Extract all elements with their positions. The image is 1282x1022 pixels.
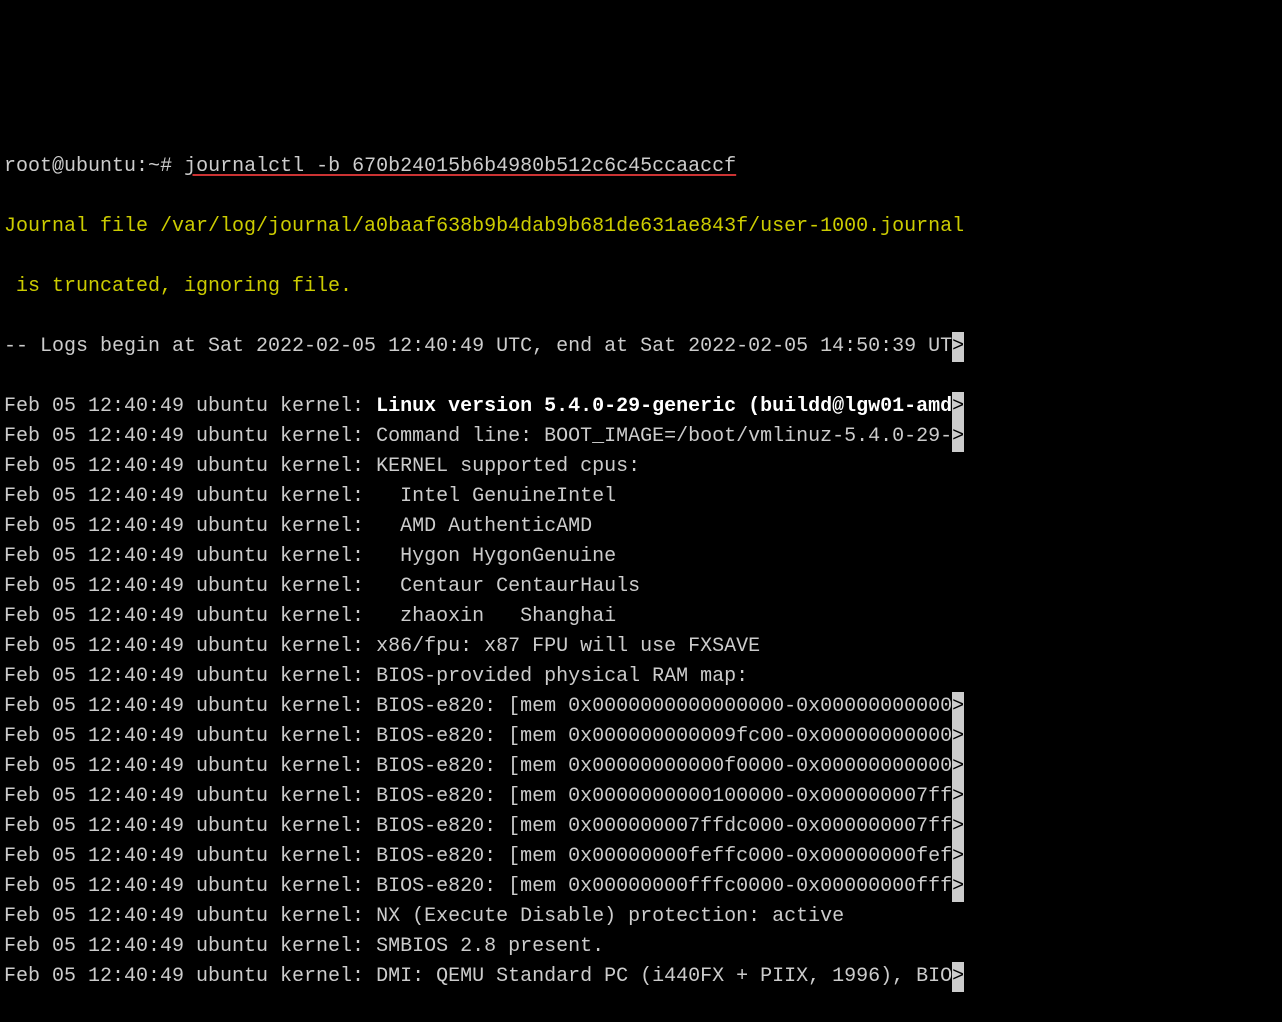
command-input[interactable]: journalctl -b 670b24015b6b4980b512c6c45c… [184,155,736,178]
truncation-indicator: > [952,692,964,722]
log-timestamp: Feb 05 12:40:49 ubuntu kernel: [4,785,376,808]
log-entry: Feb 05 12:40:49 ubuntu kernel: BIOS-e820… [4,872,1278,902]
log-entry: Feb 05 12:40:49 ubuntu kernel: BIOS-e820… [4,842,1278,872]
log-message: SMBIOS 2.8 present. [376,935,604,958]
log-entry: Feb 05 12:40:49 ubuntu kernel: NX (Execu… [4,902,1278,932]
log-message: Intel GenuineIntel [376,485,616,508]
log-message: BIOS-e820: [mem 0x000000000009fc00-0x000… [376,725,952,748]
truncation-indicator: > [952,842,964,872]
truncation-indicator: > [952,722,964,752]
log-message: Command line: BOOT_IMAGE=/boot/vmlinuz-5… [376,425,952,448]
log-message: AMD AuthenticAMD [376,515,592,538]
log-timestamp: Feb 05 12:40:49 ubuntu kernel: [4,545,376,568]
warning-line-2: is truncated, ignoring file. [4,272,1278,302]
log-message: zhaoxin Shanghai [376,605,616,628]
log-message: BIOS-provided physical RAM map: [376,665,748,688]
log-timestamp: Feb 05 12:40:49 ubuntu kernel: [4,755,376,778]
log-entry: Feb 05 12:40:49 ubuntu kernel: Linux ver… [4,392,1278,422]
log-entry: Feb 05 12:40:49 ubuntu kernel: Intel Gen… [4,482,1278,512]
log-timestamp: Feb 05 12:40:49 ubuntu kernel: [4,455,376,478]
log-message: x86/fpu: x87 FPU will use FXSAVE [376,635,760,658]
log-timestamp: Feb 05 12:40:49 ubuntu kernel: [4,425,376,448]
truncation-indicator: > [952,422,964,452]
log-entry: Feb 05 12:40:49 ubuntu kernel: SMBIOS 2.… [4,932,1278,962]
log-entry: Feb 05 12:40:49 ubuntu kernel: KERNEL su… [4,452,1278,482]
log-timestamp: Feb 05 12:40:49 ubuntu kernel: [4,575,376,598]
log-message: Centaur CentaurHauls [376,575,640,598]
log-message: DMI: QEMU Standard PC (i440FX + PIIX, 19… [376,965,952,988]
terminal-output[interactable]: root@ubuntu:~# journalctl -b 670b24015b6… [4,122,1278,840]
prompt-line: root@ubuntu:~# journalctl -b 670b24015b6… [4,152,1278,182]
log-timestamp: Feb 05 12:40:49 ubuntu kernel: [4,875,376,898]
warning-line-1: Journal file /var/log/journal/a0baaf638b… [4,212,1278,242]
log-message: NX (Execute Disable) protection: active [376,905,844,928]
prompt-colon: : [136,155,148,178]
log-entry: Feb 05 12:40:49 ubuntu kernel: BIOS-e820… [4,782,1278,812]
log-message: BIOS-e820: [mem 0x0000000000000000-0x000… [376,695,952,718]
log-timestamp: Feb 05 12:40:49 ubuntu kernel: [4,815,376,838]
log-timestamp: Feb 05 12:40:49 ubuntu kernel: [4,395,376,418]
log-timestamp: Feb 05 12:40:49 ubuntu kernel: [4,605,376,628]
log-entry: Feb 05 12:40:49 ubuntu kernel: BIOS-e820… [4,722,1278,752]
log-timestamp: Feb 05 12:40:49 ubuntu kernel: [4,905,376,928]
log-entry: Feb 05 12:40:49 ubuntu kernel: BIOS-prov… [4,662,1278,692]
log-message: BIOS-e820: [mem 0x00000000feffc000-0x000… [376,845,952,868]
log-entry: Feb 05 12:40:49 ubuntu kernel: BIOS-e820… [4,752,1278,782]
log-message: BIOS-e820: [mem 0x00000000000f0000-0x000… [376,755,952,778]
log-entry: Feb 05 12:40:49 ubuntu kernel: AMD Authe… [4,512,1278,542]
prompt-user-host: root@ubuntu [4,155,136,178]
log-message: Hygon HygonGenuine [376,545,616,568]
log-message: BIOS-e820: [mem 0x00000000fffc0000-0x000… [376,875,952,898]
log-timestamp: Feb 05 12:40:49 ubuntu kernel: [4,485,376,508]
truncation-indicator: > [952,872,964,902]
prompt-path: ~ [148,155,160,178]
truncation-indicator: > [952,392,964,422]
log-timestamp: Feb 05 12:40:49 ubuntu kernel: [4,965,376,988]
log-message: BIOS-e820: [mem 0x0000000000100000-0x000… [376,785,952,808]
log-timestamp: Feb 05 12:40:49 ubuntu kernel: [4,935,376,958]
truncation-indicator: > [952,812,964,842]
log-entry: Feb 05 12:40:49 ubuntu kernel: Centaur C… [4,572,1278,602]
log-timestamp: Feb 05 12:40:49 ubuntu kernel: [4,515,376,538]
log-message: BIOS-e820: [mem 0x000000007ffdc000-0x000… [376,815,952,838]
log-message: KERNEL supported cpus: [376,455,640,478]
truncation-indicator: > [952,962,964,992]
log-timestamp: Feb 05 12:40:49 ubuntu kernel: [4,725,376,748]
log-timestamp: Feb 05 12:40:49 ubuntu kernel: [4,695,376,718]
log-timestamp: Feb 05 12:40:49 ubuntu kernel: [4,665,376,688]
log-entry: Feb 05 12:40:49 ubuntu kernel: Hygon Hyg… [4,542,1278,572]
log-timestamp: Feb 05 12:40:49 ubuntu kernel: [4,635,376,658]
log-entries: Feb 05 12:40:49 ubuntu kernel: Linux ver… [4,392,1278,992]
log-entry: Feb 05 12:40:49 ubuntu kernel: x86/fpu: … [4,632,1278,662]
log-header: -- Logs begin at Sat 2022-02-05 12:40:49… [4,332,1278,362]
truncation-indicator: > [952,752,964,782]
truncation-indicator: > [952,782,964,812]
log-entry: Feb 05 12:40:49 ubuntu kernel: BIOS-e820… [4,692,1278,722]
log-entry: Feb 05 12:40:49 ubuntu kernel: DMI: QEMU… [4,962,1278,992]
truncation-indicator: > [952,332,964,362]
log-entry: Feb 05 12:40:49 ubuntu kernel: zhaoxin S… [4,602,1278,632]
log-entry: Feb 05 12:40:49 ubuntu kernel: BIOS-e820… [4,812,1278,842]
prompt-symbol: # [160,155,172,178]
log-message: Linux version 5.4.0-29-generic (buildd@l… [376,395,952,418]
prompt-space [172,155,184,178]
log-entry: Feb 05 12:40:49 ubuntu kernel: Command l… [4,422,1278,452]
log-timestamp: Feb 05 12:40:49 ubuntu kernel: [4,845,376,868]
